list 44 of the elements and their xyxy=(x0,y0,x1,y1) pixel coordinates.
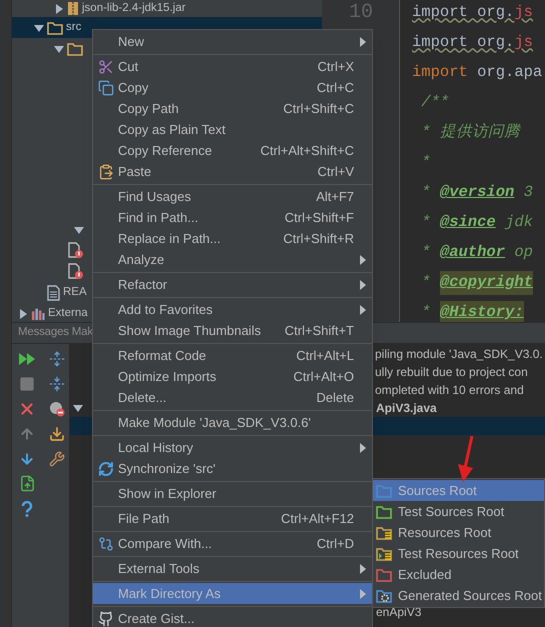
code-text: @copyright xyxy=(440,271,533,295)
code-text: /** xyxy=(420,92,450,114)
shortcut-text: Ctrl+V xyxy=(318,162,355,181)
code-text: jdk xyxy=(504,212,533,234)
tree-label: src xyxy=(66,20,82,35)
message-text: ully rebuilt due to project con xyxy=(375,364,528,381)
code-text: * xyxy=(420,242,432,264)
code-text: org.apa xyxy=(476,62,542,84)
shortcut-text: Ctrl+X xyxy=(318,58,355,76)
message-text: ompleted with 10 errors and xyxy=(375,382,524,399)
code-text: * xyxy=(420,212,432,234)
shortcut-text: Ctrl+C xyxy=(316,78,355,97)
code-text: @author xyxy=(440,242,506,264)
shortcut-text: Ctrl+Shift+C xyxy=(283,100,355,118)
shortcut-text: Ctrl+D xyxy=(316,534,355,553)
code-text: * xyxy=(420,182,432,204)
tree-label: REA xyxy=(63,284,87,300)
code-text: @version xyxy=(440,182,514,204)
shortcut-text: Ctrl+Shift+R xyxy=(283,230,355,248)
shortcut-text: Delete xyxy=(316,388,355,407)
code-text: * xyxy=(420,302,432,324)
tree-label: json-lib-2.4-jdk15.jar xyxy=(82,0,186,16)
shortcut-text: Ctrl+Alt+F12 xyxy=(281,510,355,528)
code-text: import org. xyxy=(412,2,514,24)
shortcut-text: Alt+F7 xyxy=(316,188,355,206)
code-text: js xyxy=(514,2,533,24)
message-text: piling module 'Java_SDK_V3.0. xyxy=(375,346,543,363)
code-text: * 提供访问腾 xyxy=(420,122,520,144)
code-text: import org. xyxy=(412,32,514,54)
tree-label: Externa xyxy=(48,306,88,321)
shortcut-text: Ctrl+Alt+L xyxy=(296,346,355,365)
code-text: js xyxy=(514,32,533,54)
panel-title: Messages Mak xyxy=(18,325,93,340)
code-text: * xyxy=(420,272,432,294)
shortcut-text: Ctrl+Shift+T xyxy=(284,322,355,340)
code-text: 3 xyxy=(522,182,533,204)
shortcut-text: Ctrl+Alt+Shift+C xyxy=(260,142,355,160)
shortcut-text: Ctrl+Shift+F xyxy=(284,208,355,227)
code-text: import xyxy=(412,62,468,84)
message-text: ApiV3.java xyxy=(376,400,437,417)
code-text: * xyxy=(420,152,431,174)
shortcut-text: Ctrl+Alt+O xyxy=(293,368,355,386)
code-text: @since xyxy=(440,212,496,234)
code-text: op xyxy=(513,242,533,264)
